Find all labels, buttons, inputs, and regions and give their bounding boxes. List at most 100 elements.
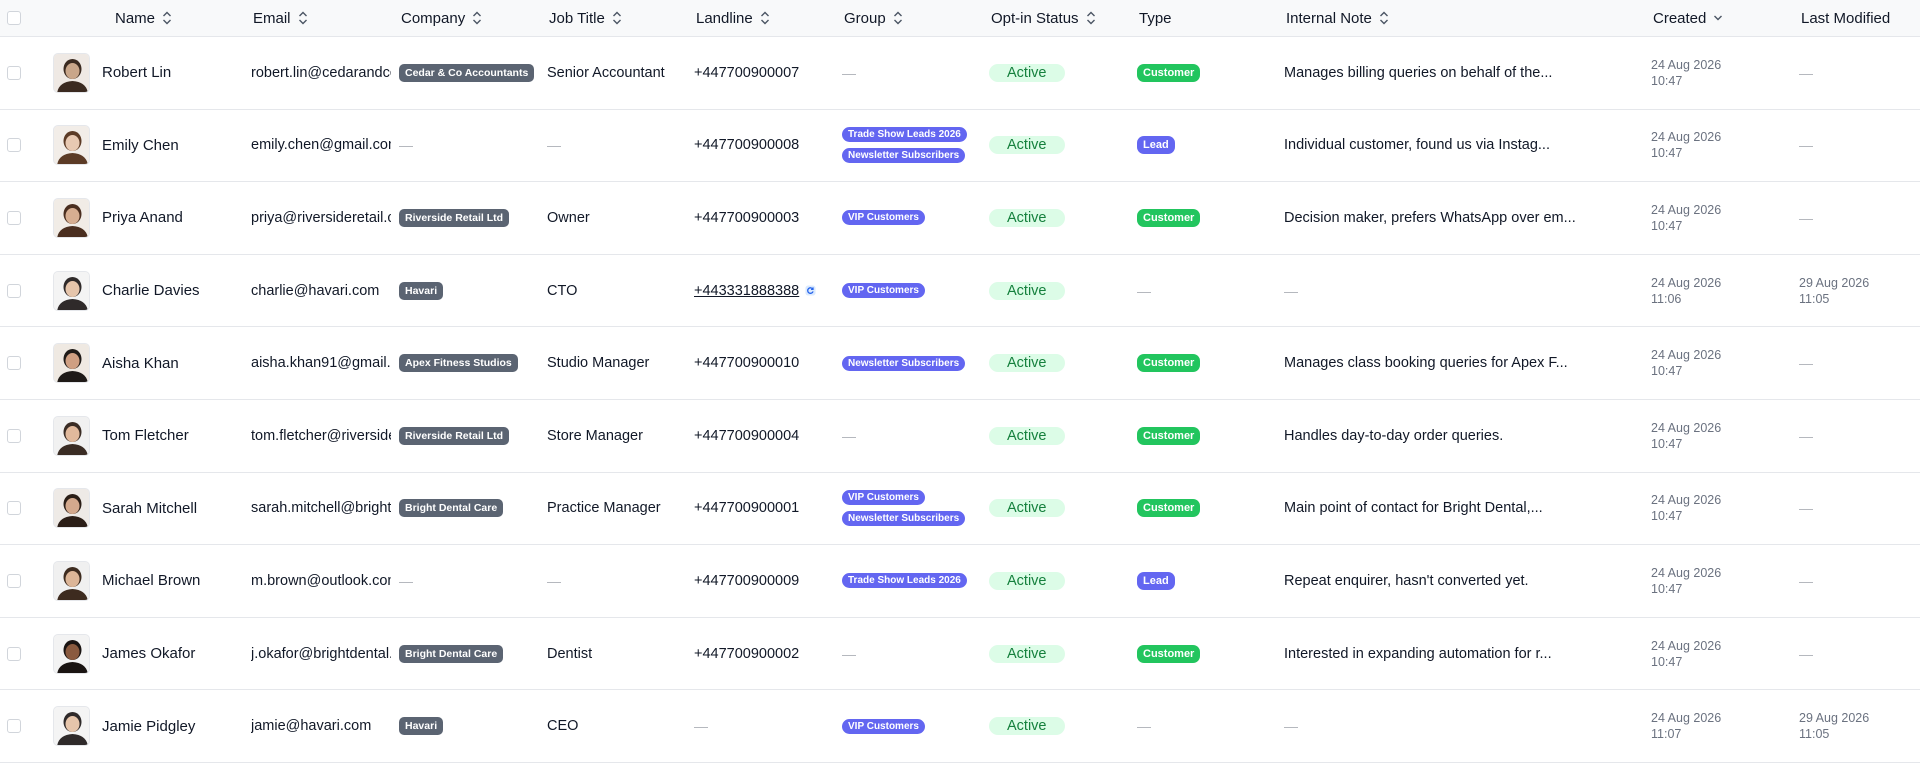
job-title-cell[interactable]: Practice Manager bbox=[547, 473, 687, 545]
email-cell[interactable]: robert.lin@cedarandco.co.uk bbox=[251, 37, 391, 109]
group-badge[interactable]: Newsletter Subscribers bbox=[842, 355, 966, 371]
email-cell[interactable]: emily.chen@gmail.com bbox=[251, 110, 391, 182]
landline-cell[interactable]: +443331888388 bbox=[694, 255, 834, 327]
type-cell[interactable]: Customer bbox=[1137, 618, 1277, 690]
type-cell[interactable]: Customer bbox=[1137, 327, 1277, 399]
type-cell[interactable]: — bbox=[1137, 255, 1277, 327]
group-badge[interactable]: VIP Customers bbox=[842, 210, 925, 226]
type-badge[interactable]: Customer bbox=[1137, 426, 1201, 445]
row-checkbox[interactable] bbox=[7, 573, 21, 588]
name-cell[interactable]: Aisha Khan bbox=[53, 327, 243, 399]
job-title-cell[interactable]: CTO bbox=[547, 255, 687, 327]
table-row[interactable]: Emily Chen emily.chen@gmail.com — — +4477009… bbox=[0, 110, 1920, 183]
note-cell[interactable]: Manages class booking queries for Apex F… bbox=[1284, 327, 1644, 399]
row-checkbox[interactable] bbox=[7, 646, 21, 661]
row-select-cell[interactable] bbox=[7, 690, 21, 762]
group-cell[interactable]: VIP Customers bbox=[842, 690, 982, 762]
table-row[interactable]: Robert Lin robert.lin@cedarandco.co.uk Ced… bbox=[0, 37, 1920, 110]
column-header-created[interactable]: Created bbox=[1653, 0, 1723, 36]
job-title-cell[interactable]: Senior Accountant bbox=[547, 37, 687, 109]
table-row[interactable]: Charlie Davies charlie@havari.com Havari CT… bbox=[0, 255, 1920, 328]
type-badge[interactable]: Customer bbox=[1137, 354, 1201, 373]
note-cell[interactable]: — bbox=[1284, 255, 1644, 327]
sync-icon[interactable] bbox=[805, 285, 816, 296]
note-cell[interactable]: Handles day-to-day order queries. bbox=[1284, 400, 1644, 472]
row-checkbox[interactable] bbox=[7, 210, 21, 225]
select-all-cell[interactable] bbox=[7, 0, 21, 36]
optin-cell[interactable]: Active bbox=[989, 37, 1129, 109]
sort-icon[interactable] bbox=[612, 11, 622, 25]
company-cell[interactable]: Riverside Retail Ltd bbox=[399, 400, 539, 472]
type-cell[interactable]: — bbox=[1137, 690, 1277, 762]
row-select-cell[interactable] bbox=[7, 327, 21, 399]
table-row[interactable]: James Okafor j.okafor@brightdental.co.uk B… bbox=[0, 618, 1920, 691]
name-cell[interactable]: Priya Anand bbox=[53, 182, 243, 254]
group-badge[interactable]: VIP Customers bbox=[842, 718, 925, 734]
column-header-job-title[interactable]: Job Title bbox=[549, 0, 622, 36]
table-row[interactable]: Aisha Khan aisha.khan91@gmail.com Apex Fit… bbox=[0, 327, 1920, 400]
company-badge[interactable]: Riverside Retail Ltd bbox=[399, 208, 510, 227]
note-cell[interactable]: Repeat enquirer, hasn't converted yet. bbox=[1284, 545, 1644, 617]
type-cell[interactable]: Customer bbox=[1137, 182, 1277, 254]
type-badge[interactable]: Customer bbox=[1137, 644, 1201, 663]
group-cell[interactable]: — bbox=[842, 37, 982, 109]
optin-cell[interactable]: Active bbox=[989, 545, 1129, 617]
landline-cell[interactable]: +447700900010 bbox=[694, 327, 834, 399]
group-badge[interactable]: Trade Show Leads 2026 bbox=[842, 573, 967, 589]
row-checkbox[interactable] bbox=[7, 501, 21, 516]
row-checkbox[interactable] bbox=[7, 428, 21, 443]
landline-cell[interactable]: +447700900004 bbox=[694, 400, 834, 472]
column-header-note[interactable]: Internal Note bbox=[1286, 0, 1389, 36]
group-cell[interactable]: Trade Show Leads 2026 bbox=[842, 545, 982, 617]
sort-icon[interactable] bbox=[893, 11, 903, 25]
email-cell[interactable]: sarah.mitchell@brightdental.co.uk bbox=[251, 473, 391, 545]
column-header-optin[interactable]: Opt-in Status bbox=[991, 0, 1096, 36]
type-badge[interactable]: Customer bbox=[1137, 499, 1201, 518]
row-select-cell[interactable] bbox=[7, 618, 21, 690]
column-header-landline[interactable]: Landline bbox=[696, 0, 770, 36]
column-header-last-modified[interactable]: Last Modified bbox=[1801, 0, 1890, 36]
landline-cell[interactable]: +447700900009 bbox=[694, 545, 834, 617]
group-cell[interactable]: Newsletter Subscribers bbox=[842, 327, 982, 399]
landline-cell[interactable]: +447700900002 bbox=[694, 618, 834, 690]
row-checkbox[interactable] bbox=[7, 138, 21, 153]
row-checkbox[interactable] bbox=[7, 65, 21, 80]
group-badge[interactable]: Newsletter Subscribers bbox=[842, 511, 966, 527]
company-badge[interactable]: Bright Dental Care bbox=[399, 644, 504, 663]
optin-cell[interactable]: Active bbox=[989, 400, 1129, 472]
sort-icon[interactable] bbox=[1086, 11, 1096, 25]
optin-cell[interactable]: Active bbox=[989, 182, 1129, 254]
company-badge[interactable]: Bright Dental Care bbox=[399, 499, 504, 518]
company-badge[interactable]: Havari bbox=[399, 281, 444, 300]
company-cell[interactable]: — bbox=[399, 545, 539, 617]
type-cell[interactable]: Customer bbox=[1137, 473, 1277, 545]
optin-cell[interactable]: Active bbox=[989, 473, 1129, 545]
chevron-down-icon[interactable] bbox=[1713, 13, 1723, 23]
group-badge[interactable]: Newsletter Subscribers bbox=[842, 148, 966, 164]
table-row[interactable]: Sarah Mitchell sarah.mitchell@brightdenta… bbox=[0, 473, 1920, 546]
company-badge[interactable]: Apex Fitness Studios bbox=[399, 354, 518, 373]
type-cell[interactable]: Customer bbox=[1137, 37, 1277, 109]
group-cell[interactable]: VIP Customers bbox=[842, 255, 982, 327]
type-badge[interactable]: Customer bbox=[1137, 208, 1201, 227]
landline-link[interactable]: +443331888388 bbox=[694, 283, 799, 299]
type-cell[interactable]: Lead bbox=[1137, 110, 1277, 182]
sort-icon[interactable] bbox=[472, 11, 482, 25]
landline-cell[interactable]: +447700900008 bbox=[694, 110, 834, 182]
optin-cell[interactable]: Active bbox=[989, 327, 1129, 399]
company-cell[interactable]: Havari bbox=[399, 690, 539, 762]
table-row[interactable]: Tom Fletcher tom.fletcher@riversideretail… bbox=[0, 400, 1920, 473]
email-cell[interactable]: charlie@havari.com bbox=[251, 255, 391, 327]
type-cell[interactable]: Customer bbox=[1137, 400, 1277, 472]
note-cell[interactable]: Main point of contact for Bright Dental,… bbox=[1284, 473, 1644, 545]
note-cell[interactable]: Individual customer, found us via Instag… bbox=[1284, 110, 1644, 182]
column-header-company[interactable]: Company bbox=[401, 0, 482, 36]
email-cell[interactable]: m.brown@outlook.com bbox=[251, 545, 391, 617]
row-checkbox[interactable] bbox=[7, 356, 21, 371]
email-cell[interactable]: j.okafor@brightdental.co.uk bbox=[251, 618, 391, 690]
email-cell[interactable]: jamie@havari.com bbox=[251, 690, 391, 762]
type-badge[interactable]: Lead bbox=[1137, 571, 1175, 590]
group-badge[interactable]: VIP Customers bbox=[842, 490, 925, 506]
optin-cell[interactable]: Active bbox=[989, 255, 1129, 327]
name-cell[interactable]: Robert Lin bbox=[53, 37, 243, 109]
